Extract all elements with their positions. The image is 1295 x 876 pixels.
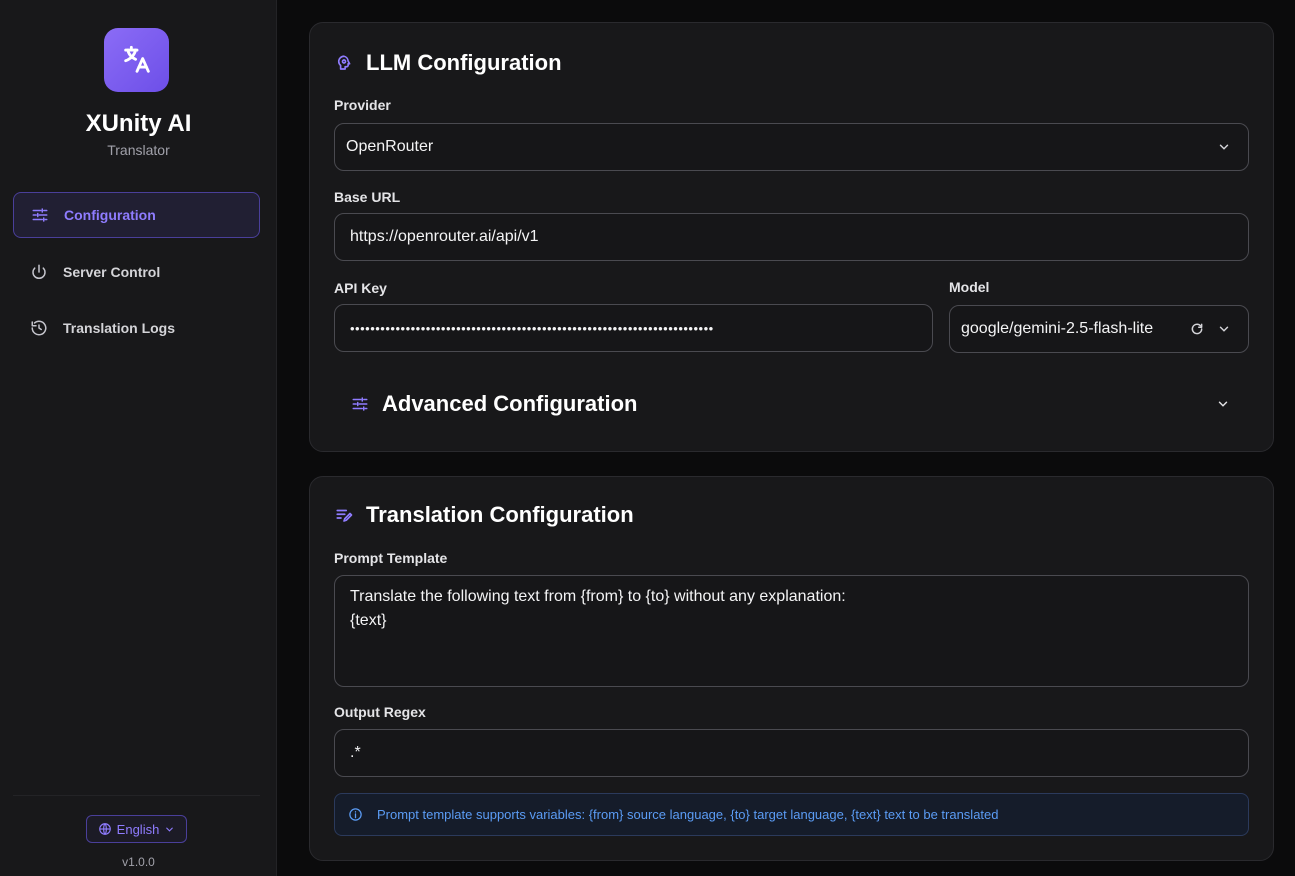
chevron-down-icon — [166, 827, 174, 832]
output-regex-label: Output Regex — [334, 704, 426, 720]
api-key-input[interactable]: ••••••••••••••••••••••••••••••••••••••••… — [334, 304, 933, 352]
model-select[interactable]: google/gemini-2.5-flash-lite — [949, 305, 1249, 353]
app-subtitle: Translator — [107, 142, 170, 158]
edit-note-icon — [334, 505, 354, 525]
translate-icon — [123, 45, 150, 73]
prompt-template-label: Prompt Template — [334, 550, 448, 566]
app-title: XUnity AI — [85, 110, 192, 137]
sliders-icon — [30, 205, 50, 225]
language-label: English — [116, 821, 160, 837]
provider-label: Provider — [334, 97, 391, 113]
app-version: v1.0.0 — [122, 855, 155, 869]
sidebar-divider — [13, 795, 260, 796]
sliders-icon — [350, 394, 370, 414]
provider-select[interactable]: OpenRouter — [334, 123, 1249, 171]
language-select[interactable]: English — [86, 815, 187, 843]
translation-configuration-card: Translation Configuration Prompt Templat… — [309, 476, 1274, 861]
provider-value: OpenRouter — [346, 138, 434, 155]
api-key-label: API Key — [334, 280, 387, 296]
output-regex-input[interactable]: .* — [334, 729, 1249, 777]
info-icon — [347, 807, 363, 823]
app-logo — [104, 28, 169, 92]
variables-info-alert: Prompt template supports variables: {fro… — [334, 793, 1249, 836]
advanced-configuration-title: Advanced Configuration — [382, 391, 638, 416]
base-url-value: https://openrouter.ai/api/v1 — [350, 228, 539, 245]
llm-configuration-card: LLM Configuration Provider OpenRouter Ba… — [309, 22, 1274, 452]
sidebar-item-label: Translation Logs — [63, 320, 176, 336]
sidebar-item-translation-logs[interactable]: Translation Logs — [13, 305, 260, 351]
sidebar: XUnity AI Translator Configuration Serve… — [0, 0, 277, 876]
translation-card-header: Translation Configuration — [334, 502, 634, 528]
llm-card-title: LLM Configuration — [366, 50, 562, 75]
model-value: google/gemini-2.5-flash-lite — [961, 320, 1154, 337]
chevron-down-icon — [1215, 396, 1231, 412]
advanced-configuration-toggle[interactable]: Advanced Configuration — [334, 381, 1249, 427]
variables-info-text: Prompt template supports variables: {fro… — [377, 807, 999, 822]
power-icon — [29, 262, 49, 282]
sidebar-item-label: Server Control — [63, 264, 161, 280]
sidebar-item-server-control[interactable]: Server Control — [13, 249, 260, 295]
chevron-down-icon — [1216, 321, 1232, 337]
chevron-down-icon — [1216, 139, 1232, 155]
api-key-value: ••••••••••••••••••••••••••••••••••••••••… — [350, 320, 714, 336]
sidebar-item-configuration[interactable]: Configuration — [13, 192, 260, 238]
base-url-input[interactable]: https://openrouter.ai/api/v1 — [334, 213, 1249, 261]
model-label: Model — [949, 279, 990, 295]
output-regex-value: .* — [350, 744, 361, 761]
translation-card-title: Translation Configuration — [366, 502, 634, 527]
base-url-label: Base URL — [334, 189, 401, 205]
llm-card-header: LLM Configuration — [334, 50, 562, 76]
history-icon — [29, 318, 49, 338]
refresh-icon[interactable] — [1189, 321, 1205, 337]
sidebar-item-label: Configuration — [64, 207, 156, 223]
globe-icon — [98, 823, 111, 835]
prompt-template-textarea[interactable]: Translate the following text from {from}… — [334, 575, 1249, 687]
brain-icon — [334, 53, 354, 73]
